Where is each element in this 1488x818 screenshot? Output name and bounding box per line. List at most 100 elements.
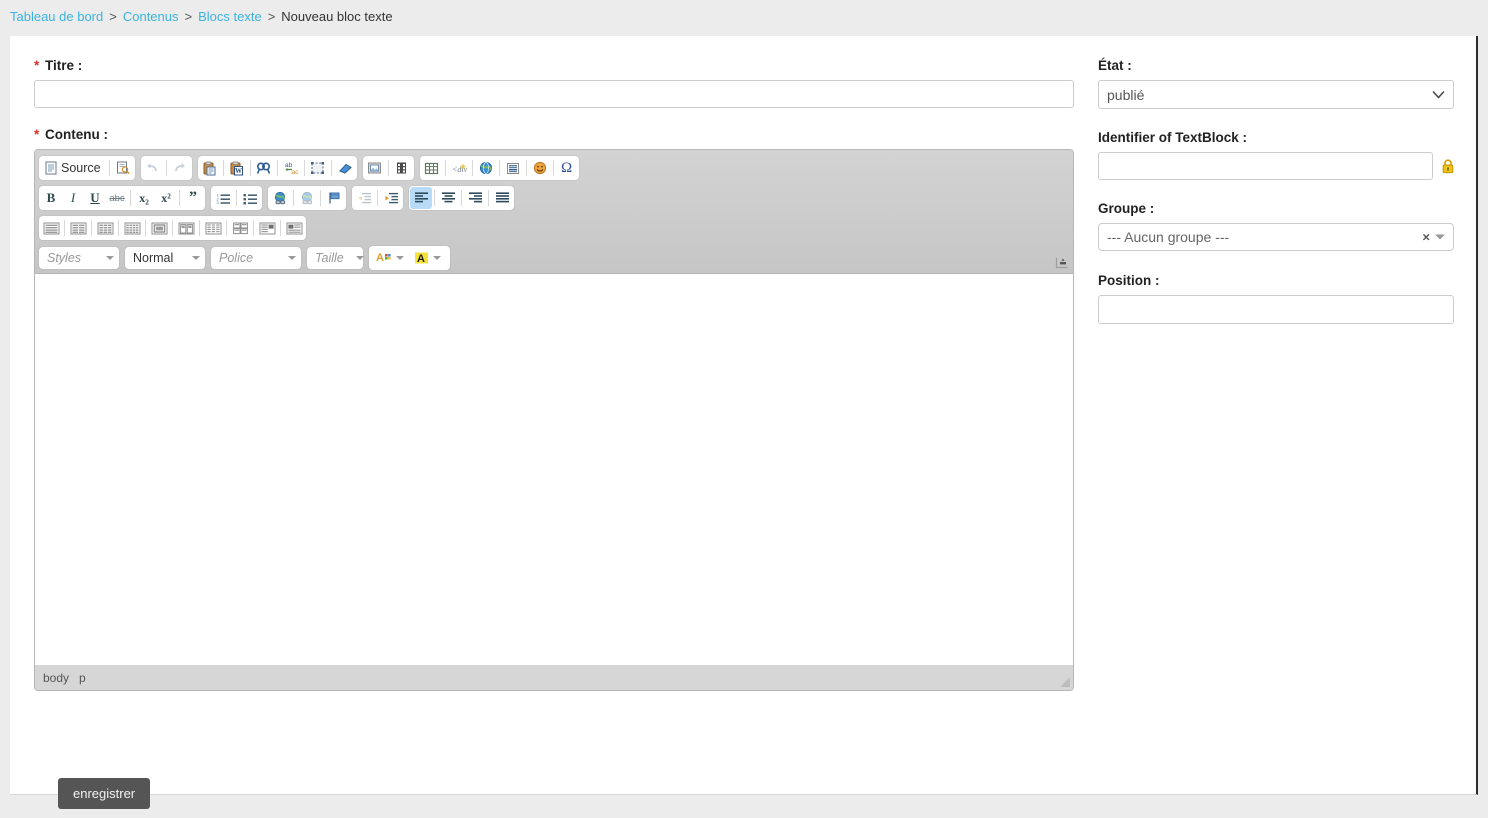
link-button[interactable] xyxy=(269,187,291,209)
toolbar-row-4: Styles Normal Police Taille A A xyxy=(39,245,1069,271)
bulleted-list-button[interactable] xyxy=(239,187,261,209)
div-container-button[interactable]: <div> xyxy=(448,157,470,179)
toolbar-row-1: Source W ab ac <div Ω xyxy=(39,155,1069,181)
align-center-button[interactable] xyxy=(437,187,459,209)
preview-icon xyxy=(116,161,130,175)
identifier-input[interactable] xyxy=(1098,152,1433,180)
strike-button[interactable]: abc xyxy=(106,187,128,209)
layout-quad-button[interactable] xyxy=(229,217,251,239)
underline-button[interactable]: U xyxy=(84,187,106,209)
title-input[interactable] xyxy=(34,80,1074,108)
format-combo[interactable]: Normal xyxy=(125,247,205,269)
clear-icon[interactable]: × xyxy=(1422,231,1430,244)
toolbar-separator xyxy=(434,190,435,206)
breadcrumb-link-contenus[interactable]: Contenus xyxy=(123,9,179,24)
align-right-button[interactable] xyxy=(464,187,486,209)
identifier-label: Identifier of TextBlock : xyxy=(1098,130,1248,145)
lock-icon[interactable] xyxy=(1442,158,1454,174)
rich-text-editor: Source W ab ac <div Ω B I U abc x₂ x² ” … xyxy=(34,149,1074,691)
find-icon xyxy=(256,162,271,174)
replace-button[interactable]: ab ac xyxy=(280,157,302,179)
indent-button[interactable] xyxy=(380,187,402,209)
image-button[interactable] xyxy=(364,157,386,179)
anchor-button[interactable] xyxy=(323,187,345,209)
bold-button[interactable]: B xyxy=(40,187,62,209)
toolbar-separator xyxy=(236,190,237,206)
toolbar-group-history xyxy=(140,156,192,180)
editor-content-area[interactable] xyxy=(35,274,1073,665)
iframe-button[interactable] xyxy=(475,157,497,179)
editor-body xyxy=(35,274,1073,666)
blockquote-button[interactable]: ” xyxy=(182,187,204,209)
toolbar-separator xyxy=(471,160,473,176)
superscript-button[interactable]: x² xyxy=(155,187,177,209)
editor-resize-handle[interactable] xyxy=(1059,676,1071,688)
save-button[interactable]: enregistrer xyxy=(58,778,151,809)
layout-media-left-button[interactable] xyxy=(256,217,278,239)
toolbar-separator xyxy=(165,160,167,176)
breadcrumb-separator: > xyxy=(184,9,193,24)
bg-color-button[interactable]: A xyxy=(410,247,445,269)
source-button[interactable]: Source xyxy=(40,157,107,179)
find-button[interactable] xyxy=(253,157,275,179)
toolbar-separator xyxy=(330,160,332,176)
elements-path-p[interactable]: p xyxy=(79,671,86,685)
undo-button[interactable] xyxy=(142,157,164,179)
state-select-wrap: publié xyxy=(1098,80,1454,109)
horizontal-rule-button[interactable] xyxy=(502,157,524,179)
size-combo[interactable]: Taille xyxy=(307,247,364,269)
layout-frame-button[interactable] xyxy=(148,217,170,239)
globe-icon xyxy=(479,161,492,175)
layout-3col-button[interactable] xyxy=(94,217,116,239)
breadcrumb-link-dashboard[interactable]: Tableau de bord xyxy=(10,9,103,24)
redo-button[interactable] xyxy=(169,157,191,179)
eraser-icon xyxy=(338,163,352,174)
smiley-button[interactable] xyxy=(529,157,551,179)
layout-split-button[interactable] xyxy=(175,217,197,239)
layout-grid-button[interactable] xyxy=(202,217,224,239)
toolbar-group-basicstyles: B I U abc x₂ x² ” xyxy=(39,186,205,210)
numbered-list-button[interactable]: 1 2 3 xyxy=(212,187,234,209)
layout-2col-button[interactable] xyxy=(67,217,89,239)
font-combo[interactable]: Police xyxy=(211,247,301,269)
paste-word-button[interactable]: W xyxy=(226,157,248,179)
remove-format-button[interactable] xyxy=(334,157,356,179)
layout-4col-button[interactable] xyxy=(121,217,143,239)
preview-button[interactable] xyxy=(112,157,134,179)
toolbar-group-colors: A A xyxy=(369,246,450,270)
styles-combo[interactable]: Styles xyxy=(39,247,119,269)
toolbar-separator xyxy=(226,220,227,236)
breadcrumb-link-blocs-texte[interactable]: Blocs texte xyxy=(198,9,262,24)
svg-text:W: W xyxy=(235,167,242,175)
form-left-column: * Titre : * Contenu : Source W ab ac <di… xyxy=(34,58,1074,809)
layout-1col-icon xyxy=(43,222,59,234)
special-char-button[interactable]: Ω xyxy=(556,157,578,179)
group-select-value: --- Aucun groupe --- xyxy=(1107,229,1230,245)
elements-path-body[interactable]: body xyxy=(43,671,69,685)
italic-button[interactable]: I xyxy=(62,187,84,209)
toolbar-separator xyxy=(320,190,321,206)
align-justify-button[interactable] xyxy=(491,187,513,209)
table-icon xyxy=(425,162,439,174)
layout-media-right-button[interactable] xyxy=(283,217,305,239)
toolbar-collapse-button[interactable] xyxy=(1055,257,1069,269)
layout-quad-icon xyxy=(232,222,248,234)
document-icon xyxy=(45,161,57,175)
bulleted-list-icon xyxy=(243,193,257,204)
state-select[interactable]: publié xyxy=(1098,80,1454,109)
layout-1col-button[interactable] xyxy=(40,217,62,239)
subscript-button[interactable]: x₂ xyxy=(133,187,155,209)
format-combo-label: Normal xyxy=(133,251,174,265)
outdent-button[interactable] xyxy=(353,187,375,209)
position-input[interactable] xyxy=(1098,295,1454,324)
unlink-button[interactable] xyxy=(296,187,318,209)
flash-button[interactable] xyxy=(391,157,413,179)
align-left-button[interactable] xyxy=(410,187,432,209)
group-select[interactable]: --- Aucun groupe --- × xyxy=(1098,223,1454,251)
table-button[interactable] xyxy=(421,157,443,179)
paste-text-button[interactable] xyxy=(199,157,221,179)
toolbar-group-media xyxy=(362,156,414,180)
select-all-button[interactable] xyxy=(307,157,329,179)
text-color-button[interactable]: A xyxy=(372,247,408,269)
toolbar-group-align xyxy=(409,186,514,210)
